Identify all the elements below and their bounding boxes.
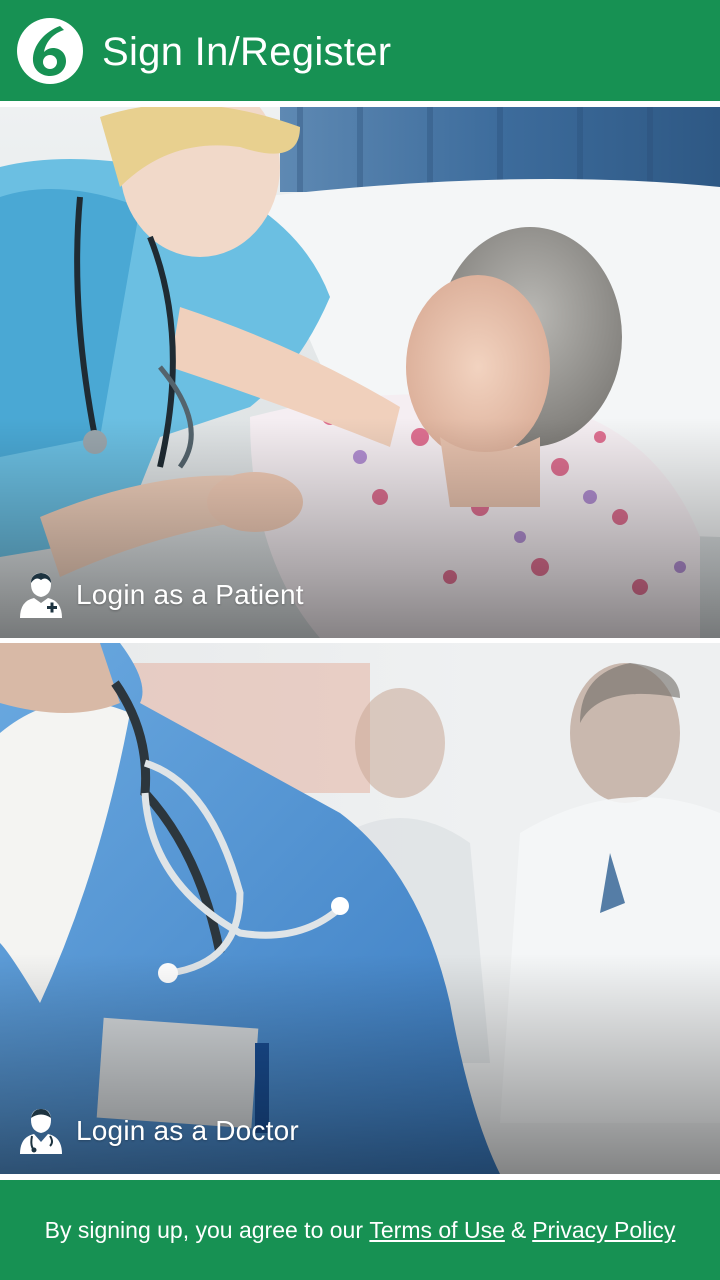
doctor-user-icon	[20, 1109, 62, 1154]
footer-prefix-text: By signing up, you agree to our	[44, 1216, 363, 1243]
patient-login-label-row: Login as a Patient	[18, 570, 304, 620]
brand-logo-icon	[17, 18, 83, 84]
login-patient-card[interactable]: Login as a Patient	[0, 107, 720, 638]
patient-user-icon	[20, 573, 62, 618]
terms-of-use-link[interactable]: Terms of Use	[369, 1217, 504, 1244]
doctor-login-label: Login as a Doctor	[76, 1115, 299, 1146]
legal-footer: By signing up, you agree to our Terms of…	[0, 1180, 720, 1280]
app-header: Sign In/Register	[0, 0, 720, 101]
page-title: Sign In/Register	[102, 30, 392, 74]
footer-separator: &	[510, 1216, 527, 1243]
app-root: Sign In/Register Login as a Patient Logi…	[0, 0, 720, 1280]
doctor-login-label-row: Login as a Doctor	[18, 1106, 299, 1156]
privacy-policy-link[interactable]: Privacy Policy	[532, 1217, 675, 1244]
login-doctor-card[interactable]: Login as a Doctor	[0, 643, 720, 1174]
patient-login-label: Login as a Patient	[76, 579, 304, 610]
